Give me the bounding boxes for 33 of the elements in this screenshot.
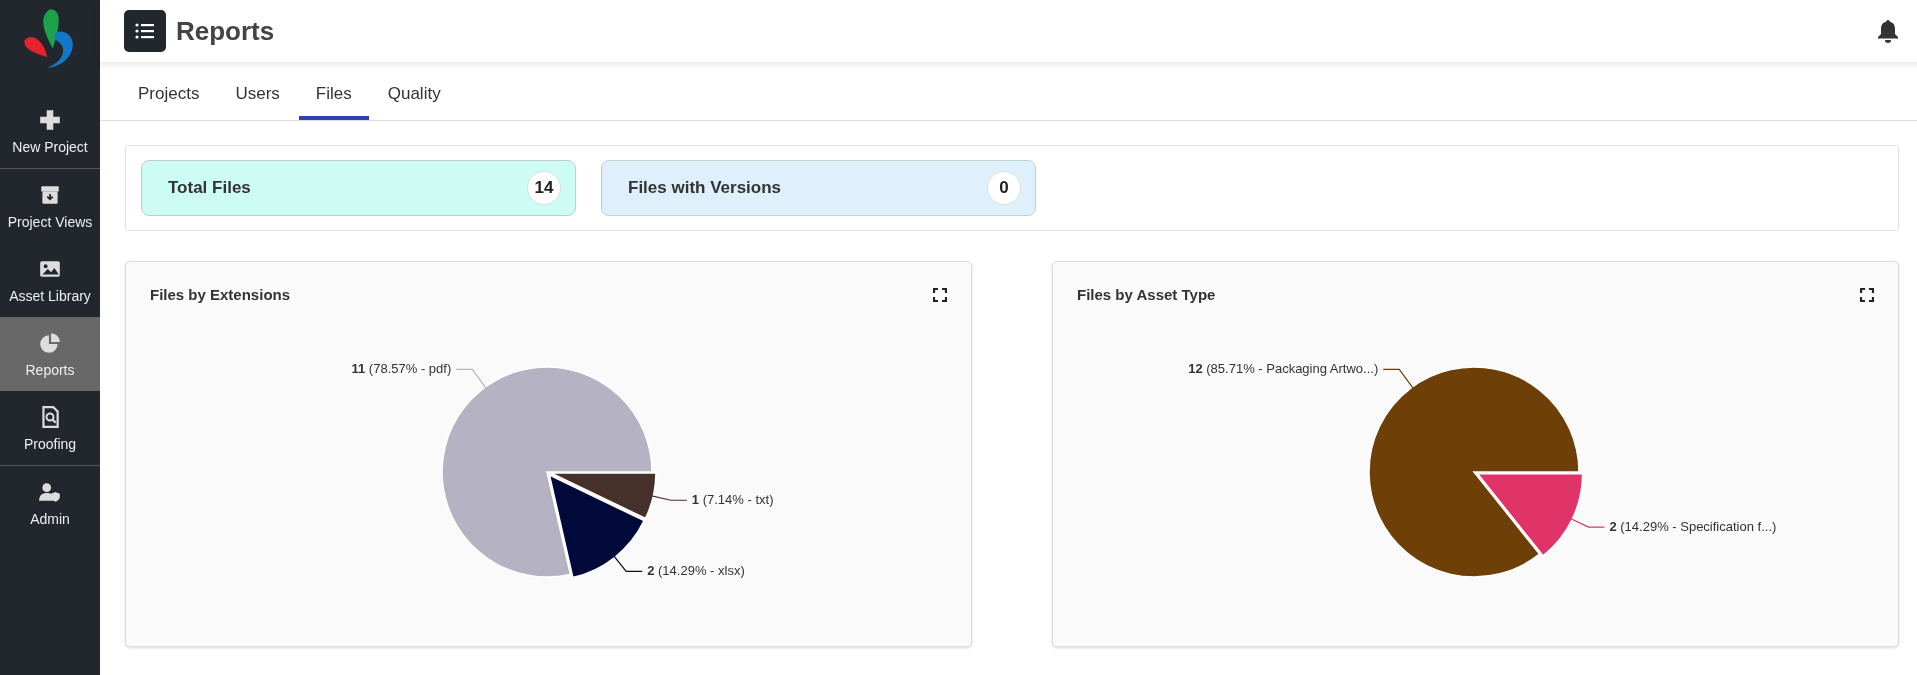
archive-icon xyxy=(38,183,62,207)
menu-icon xyxy=(135,22,155,40)
stat-label: Total Files xyxy=(168,178,251,198)
sidebar-item[interactable]: New Project xyxy=(0,94,100,168)
stat-label: Files with Versions xyxy=(628,178,782,198)
sidebar-item[interactable]: Proofing xyxy=(0,391,100,465)
leader-line xyxy=(1382,368,1414,390)
tab[interactable]: Quality xyxy=(370,76,458,120)
fullscreen-icon[interactable] xyxy=(1860,287,1874,302)
menu-button[interactable] xyxy=(124,10,166,52)
chart-title: Files by Asset Type xyxy=(1077,286,1216,303)
tab[interactable]: Files xyxy=(298,76,369,120)
page-title: Reports xyxy=(176,15,276,47)
plus-icon xyxy=(38,108,62,132)
user-shield-icon xyxy=(38,480,62,504)
slice-label: 2 (14.29% - xlsx) xyxy=(647,563,745,579)
tab[interactable]: Users xyxy=(218,76,297,120)
count-badge: 0 xyxy=(987,171,1021,205)
fullscreen-icon[interactable] xyxy=(933,287,947,302)
slice-label: 11 (78.57% - pdf) xyxy=(351,361,452,377)
sidebar-item[interactable]: Project Views xyxy=(0,169,100,243)
tab[interactable]: Projects xyxy=(121,76,217,120)
slice-label: 2 (14.29% - Specification f...) xyxy=(1609,519,1777,535)
pie-chart-icon xyxy=(38,331,62,355)
sidebar-item[interactable]: Reports xyxy=(0,317,100,391)
chart-title: Files by Extensions xyxy=(150,286,291,303)
leader-line xyxy=(455,368,487,390)
slice-label: 12 (85.71% - Packaging Artwo...) xyxy=(1188,361,1379,377)
slice-label: 1 (7.14% - txt) xyxy=(691,492,774,508)
sidebar-item[interactable]: Asset Library xyxy=(0,243,100,317)
sidebar-item[interactable]: Admin xyxy=(0,466,100,540)
count-badge: 14 xyxy=(527,171,561,205)
notification-bell-icon[interactable] xyxy=(1876,18,1900,44)
